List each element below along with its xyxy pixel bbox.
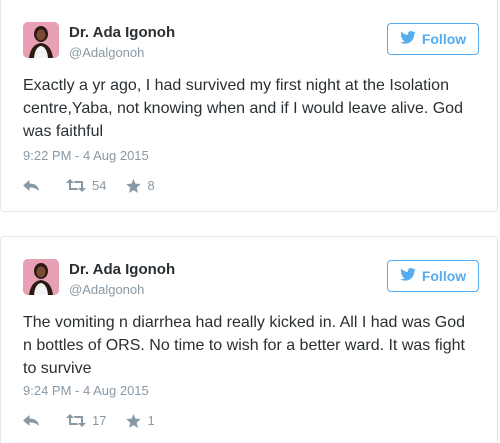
user-handle[interactable]: @Adalgonoh — [69, 45, 144, 60]
display-name[interactable]: Dr. Ada Igonoh — [69, 24, 175, 41]
favorite-count: 8 — [147, 178, 155, 193]
follow-label: Follow — [421, 31, 467, 47]
tweet-card: Dr. Ada Igonoh @Adalgonoh Follow The vom… — [0, 236, 498, 443]
tweet-actions: 17 1 — [23, 413, 155, 428]
avatar[interactable] — [23, 259, 59, 295]
tweet-timestamp[interactable]: 9:22 PM - 4 Aug 2015 — [23, 148, 149, 163]
retweet-count: 54 — [92, 178, 107, 193]
favorite-button[interactable]: 1 — [126, 413, 155, 428]
tweet-timestamp[interactable]: 9:24 PM - 4 Aug 2015 — [23, 383, 149, 398]
follow-label: Follow — [421, 268, 467, 284]
tweet-actions: 54 8 — [23, 178, 155, 193]
tweet-card: Dr. Ada Igonoh @Adalgonoh Follow Exactly… — [0, 0, 498, 212]
follow-button[interactable]: Follow — [387, 260, 479, 292]
twitter-bird-icon — [400, 268, 416, 284]
user-handle[interactable]: @Adalgonoh — [69, 282, 144, 297]
tweet-text: Exactly a yr ago, I had survived my firs… — [23, 77, 463, 140]
follow-button[interactable]: Follow — [387, 23, 479, 55]
retweet-button[interactable]: 17 — [66, 413, 106, 428]
retweet-icon — [66, 414, 86, 427]
retweet-button[interactable]: 54 — [66, 178, 106, 193]
avatar[interactable] — [23, 22, 59, 58]
star-icon — [126, 413, 142, 428]
reply-icon — [23, 414, 40, 427]
reply-button[interactable] — [23, 414, 40, 427]
retweet-icon — [66, 179, 86, 192]
favorite-count: 1 — [147, 413, 155, 428]
twitter-bird-icon — [400, 31, 416, 47]
reply-button[interactable] — [23, 179, 40, 192]
retweet-count: 17 — [92, 413, 107, 428]
tweet-text: The vomiting n diarrhea had really kicke… — [23, 314, 466, 377]
reply-icon — [23, 179, 40, 192]
display-name[interactable]: Dr. Ada Igonoh — [69, 261, 175, 278]
star-icon — [126, 178, 142, 193]
favorite-button[interactable]: 8 — [126, 178, 155, 193]
